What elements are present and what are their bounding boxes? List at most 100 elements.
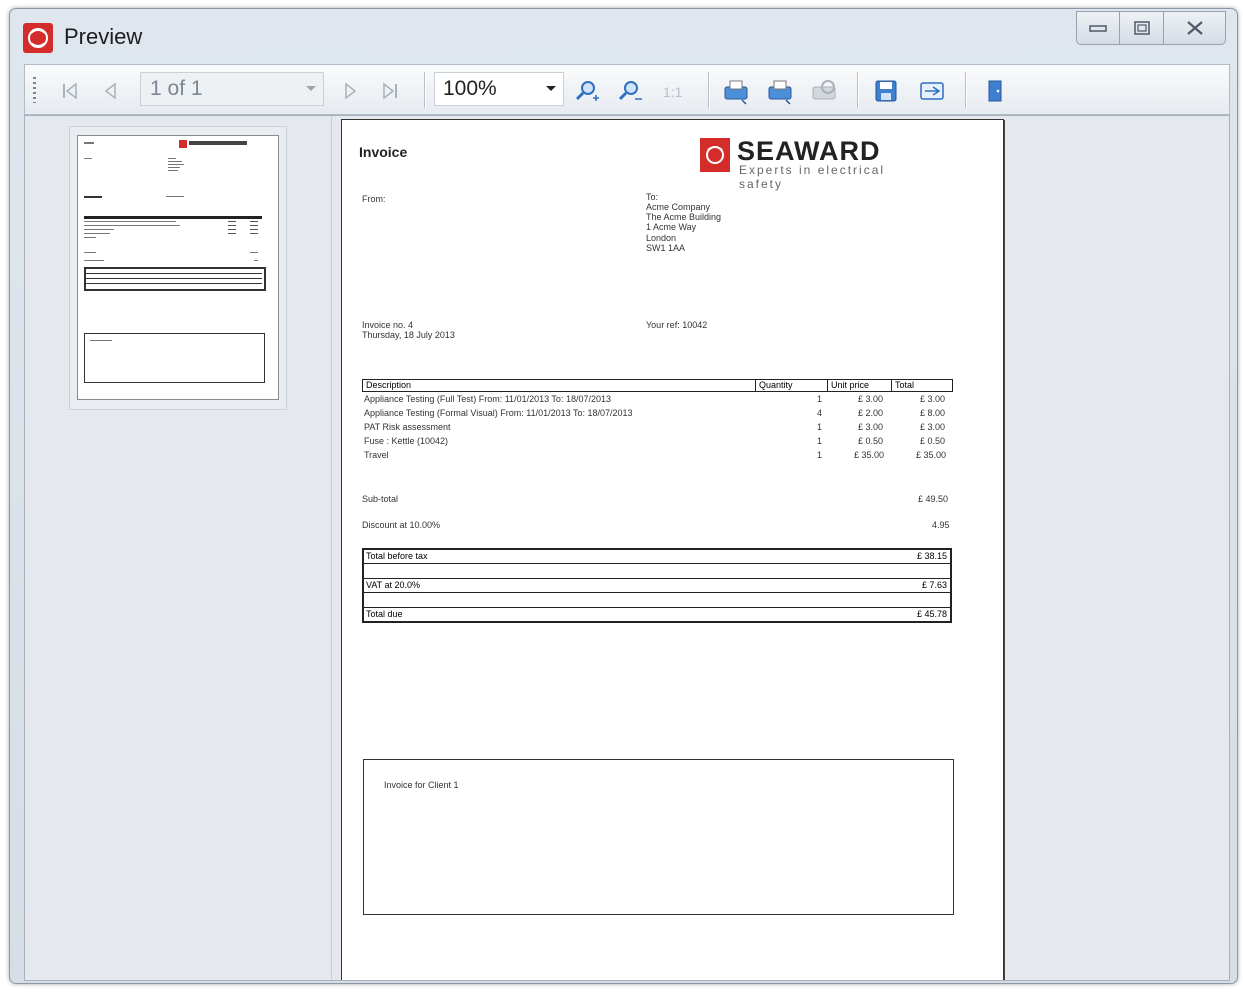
discount-value: 4.95 <box>932 520 950 530</box>
logo-tagline: Experts in electrical safety <box>739 163 886 191</box>
item-total: £ 3.00 <box>920 394 946 404</box>
item-description: Travel <box>364 450 389 460</box>
totals-spacer-row <box>364 593 950 608</box>
from-label: From: <box>362 194 386 204</box>
table-row: PAT Risk assessment 1 £ 3.00 £ 3.00 <box>362 420 953 434</box>
toolbar-grip[interactable] <box>33 77 36 103</box>
header-unit-price: Unit price <box>827 380 891 391</box>
zoom-in-button[interactable] <box>572 76 602 106</box>
item-quantity: 1 <box>817 394 823 404</box>
item-unit-price: £ 3.00 <box>858 422 884 432</box>
table-row: Fuse : Kettle (10042) 1 £ 0.50 £ 0.50 <box>362 434 953 448</box>
item-total: £ 3.00 <box>920 422 946 432</box>
thumbnail-page <box>77 135 279 400</box>
actual-size-icon: 1:1 <box>663 84 683 100</box>
vat-label: VAT at 20.0% <box>366 580 421 590</box>
zoom-selector[interactable]: 100% <box>434 72 564 106</box>
page-setup-icon <box>812 80 836 100</box>
item-quantity: 1 <box>817 422 823 432</box>
zoom-value: 100% <box>443 77 497 100</box>
item-quantity: 4 <box>817 408 823 418</box>
page-thumbnail[interactable] <box>69 126 287 410</box>
actual-size-button[interactable]: 1:1 <box>659 76 689 106</box>
previous-page-icon <box>104 82 116 100</box>
restore-button[interactable] <box>1120 11 1164 45</box>
exit-button[interactable] <box>980 76 1010 106</box>
notes-text: Invoice for Client 1 <box>384 780 459 790</box>
save-icon <box>875 80 897 102</box>
table-header: Description Quantity Unit price Total <box>362 379 953 392</box>
item-description: Appliance Testing (Full Test) From: 11/0… <box>364 394 611 404</box>
first-page-button[interactable] <box>55 76 85 106</box>
item-unit-price: £ 2.00 <box>858 408 884 418</box>
page-selector[interactable]: 1 of 1 <box>140 72 324 106</box>
table-row: Appliance Testing (Formal Visual) From: … <box>362 406 953 420</box>
subtotal-label: Sub-total <box>362 494 399 504</box>
export-icon <box>920 82 944 100</box>
subtotal-value: £ 49.50 <box>918 494 949 504</box>
page-indicator: 1 of 1 <box>150 77 203 100</box>
title-bar[interactable]: Preview <box>10 9 1237 65</box>
app-logo-icon <box>23 23 53 53</box>
next-page-button[interactable] <box>335 76 365 106</box>
total-before-tax-value: £ 38.15 <box>916 551 947 561</box>
totals-box: Total before tax £ 38.15 VAT at 20.0% £ … <box>362 548 952 623</box>
line-items-table: Description Quantity Unit price Total Ap… <box>362 379 953 462</box>
totals-spacer-row <box>364 564 950 579</box>
vat-value: £ 7.63 <box>921 580 947 590</box>
table-row: Travel 1 £ 35.00 £ 35.00 <box>362 448 953 462</box>
total-due-value: £ 45.78 <box>916 609 947 619</box>
total-before-tax-row: Total before tax £ 38.15 <box>364 550 950 564</box>
your-reference: Your ref: 10042 <box>646 320 708 330</box>
zoom-out-icon <box>618 81 642 101</box>
restore-icon <box>1133 21 1150 35</box>
chevron-down-icon[interactable] <box>539 85 563 93</box>
table-row: Appliance Testing (Full Test) From: 11/0… <box>362 392 953 406</box>
zoom-in-icon <box>575 81 599 101</box>
vat-row: VAT at 20.0% £ 7.63 <box>364 579 950 593</box>
invoice-number: Invoice no. 4 <box>362 320 414 330</box>
zoom-out-button[interactable] <box>615 76 645 106</box>
item-description: PAT Risk assessment <box>364 422 451 432</box>
item-quantity: 1 <box>817 436 823 446</box>
discount-label: Discount at 10.00% <box>362 520 441 530</box>
to-address-line: The Acme Building <box>646 212 722 222</box>
print-button[interactable] <box>722 76 752 106</box>
page-setup-button[interactable] <box>810 76 840 106</box>
invoice-title: Invoice <box>359 144 408 160</box>
minimize-button[interactable] <box>1076 11 1120 45</box>
header-total: Total <box>891 380 954 391</box>
item-total: £ 35.00 <box>916 450 947 460</box>
item-unit-price: £ 0.50 <box>858 436 884 446</box>
to-label: To: <box>646 192 659 202</box>
print-quick-button[interactable] <box>766 76 796 106</box>
seaward-logo: SEAWARD Experts in electrical safety <box>700 136 910 191</box>
to-address-line: 1 Acme Way <box>646 222 697 232</box>
total-due-row: Total due £ 45.78 <box>364 608 950 621</box>
preview-toolbar: 1 of 1 100% 1:1 <box>24 64 1230 115</box>
item-quantity: 1 <box>817 450 823 460</box>
previous-page-button[interactable] <box>96 76 126 106</box>
seaward-logo-mark-icon <box>700 138 730 172</box>
preview-window: Preview 1 of 1 100% 1:1 Invoice SEAWARD … <box>9 8 1238 984</box>
invoice-date: Thursday, 18 July 2013 <box>362 330 455 340</box>
item-unit-price: £ 35.00 <box>854 450 885 460</box>
close-button[interactable] <box>1164 11 1226 45</box>
save-button[interactable] <box>871 76 901 106</box>
last-page-button[interactable] <box>375 76 405 106</box>
export-button[interactable] <box>917 76 947 106</box>
svg-text:1:1: 1:1 <box>663 84 683 100</box>
minimize-icon <box>1089 25 1107 32</box>
item-total: £ 0.50 <box>920 436 946 446</box>
preview-area: Invoice SEAWARD Experts in electrical sa… <box>24 115 1230 981</box>
notes-box: Invoice for Client 1 <box>363 759 954 915</box>
chevron-down-icon[interactable] <box>299 85 323 93</box>
next-page-icon <box>345 82 357 100</box>
last-page-icon <box>383 82 397 100</box>
header-quantity: Quantity <box>755 380 827 391</box>
item-description: Fuse : Kettle (10042) <box>364 436 449 446</box>
to-address-line: London <box>646 233 677 243</box>
to-address-line: Acme Company <box>646 202 711 212</box>
invoice-page: Invoice SEAWARD Experts in electrical sa… <box>341 119 1004 980</box>
item-total: £ 8.00 <box>920 408 946 418</box>
